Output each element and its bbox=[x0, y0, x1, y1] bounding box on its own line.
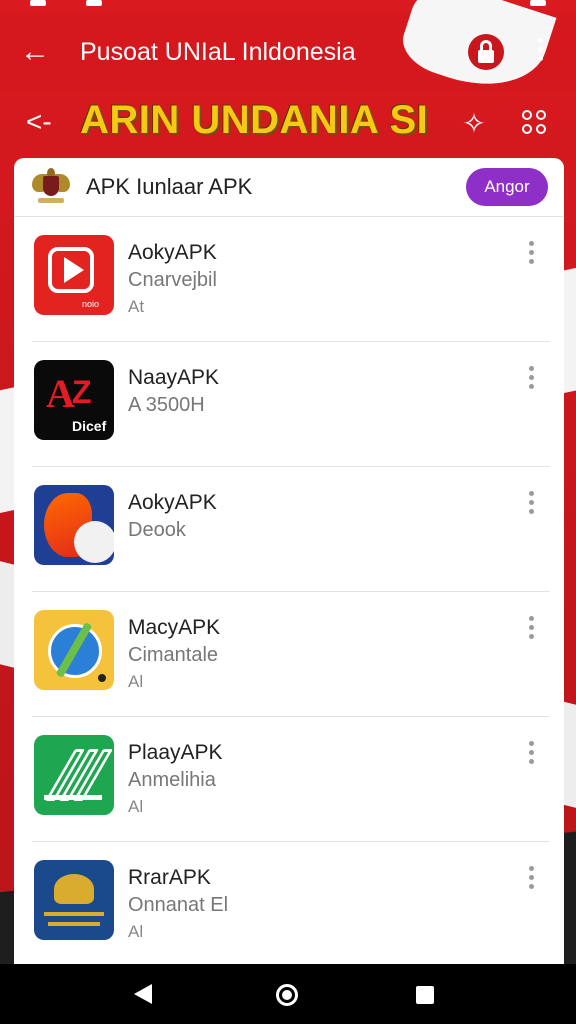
app-name: AokyAPK bbox=[128, 491, 217, 514]
banner-back-icon[interactable]: <- bbox=[26, 106, 52, 138]
app-subtitle: A 3500H bbox=[128, 394, 205, 416]
nav-recents-icon[interactable] bbox=[416, 986, 434, 1004]
status-icon bbox=[86, 0, 102, 6]
system-nav-bar bbox=[0, 964, 576, 1024]
app-name: RrarAPK bbox=[128, 866, 211, 889]
lock-icon[interactable] bbox=[468, 34, 504, 70]
app-meta: Al bbox=[128, 922, 144, 941]
banner: <- ARIN UNDANIA SI ✧ bbox=[0, 90, 576, 158]
app-bar-title: Pusoat UNIaL Inldonesia bbox=[80, 38, 356, 66]
list-item[interactable]: AZ Dicef NaayAPK A 3500H bbox=[32, 342, 550, 467]
app-subtitle: Cimantale bbox=[128, 644, 219, 666]
banner-title: ARIN UNDANIA SI bbox=[80, 98, 429, 142]
app-meta: Al bbox=[128, 672, 144, 691]
app-icon: noio bbox=[34, 235, 114, 315]
app-icon bbox=[34, 610, 114, 690]
app-name: NaayAPK bbox=[128, 366, 220, 389]
app-name: MacyAPK bbox=[128, 616, 221, 639]
list-item[interactable]: AokyAPK Deook bbox=[32, 467, 550, 592]
app-subtitle: Onnanat El bbox=[128, 894, 229, 916]
item-menu-icon[interactable] bbox=[524, 741, 538, 771]
app-icon bbox=[34, 735, 114, 815]
app-subtitle: Cnarvejbil bbox=[128, 269, 217, 291]
apps-grid-icon[interactable] bbox=[520, 108, 552, 140]
item-menu-icon[interactable] bbox=[524, 241, 538, 271]
apk-list-card: APK Iunlaar APK Angor noio AokyAPK Cnarv… bbox=[14, 158, 564, 968]
item-menu-icon[interactable] bbox=[524, 366, 538, 396]
battery-icon bbox=[530, 0, 546, 6]
app-subtitle: Deook bbox=[128, 519, 186, 541]
back-arrow-icon[interactable]: ← bbox=[20, 36, 56, 68]
app-icon bbox=[34, 860, 114, 940]
list-item[interactable]: PlaayAPK Anmelihia Al bbox=[32, 717, 550, 842]
item-menu-icon[interactable] bbox=[524, 866, 538, 896]
list-item[interactable]: MacyAPK Cimantale Al bbox=[32, 592, 550, 717]
card-title: APK Iunlaar APK bbox=[86, 174, 253, 199]
app-icon bbox=[34, 485, 114, 565]
list-item[interactable]: noio AokyAPK Cnarvejbil At bbox=[32, 217, 550, 342]
app-icon: AZ Dicef bbox=[34, 360, 114, 440]
overflow-menu-icon[interactable] bbox=[530, 38, 550, 68]
status-icon bbox=[30, 0, 46, 6]
app-bar: ← Pusoat UNIaL Inldonesia bbox=[0, 0, 576, 104]
app-name: AokyAPK bbox=[128, 241, 217, 264]
nav-home-icon[interactable] bbox=[276, 984, 298, 1006]
item-menu-icon[interactable] bbox=[524, 491, 538, 521]
app-meta: At bbox=[128, 297, 145, 316]
app-list: noio AokyAPK Cnarvejbil At AZ Dicef Naay… bbox=[14, 217, 564, 966]
list-item[interactable]: RrarAPK Onnanat El Al bbox=[32, 842, 550, 966]
app-subtitle: Anmelihia bbox=[128, 769, 216, 791]
item-menu-icon[interactable] bbox=[524, 616, 538, 646]
garuda-emblem-icon bbox=[30, 166, 72, 206]
app-name: PlaayAPK bbox=[128, 741, 223, 764]
sparkle-icon[interactable]: ✧ bbox=[456, 106, 492, 142]
nav-back-icon[interactable] bbox=[134, 984, 152, 1004]
app-meta: Al bbox=[128, 797, 144, 816]
action-button[interactable]: Angor bbox=[466, 168, 548, 206]
card-header: APK Iunlaar APK Angor bbox=[14, 158, 564, 217]
